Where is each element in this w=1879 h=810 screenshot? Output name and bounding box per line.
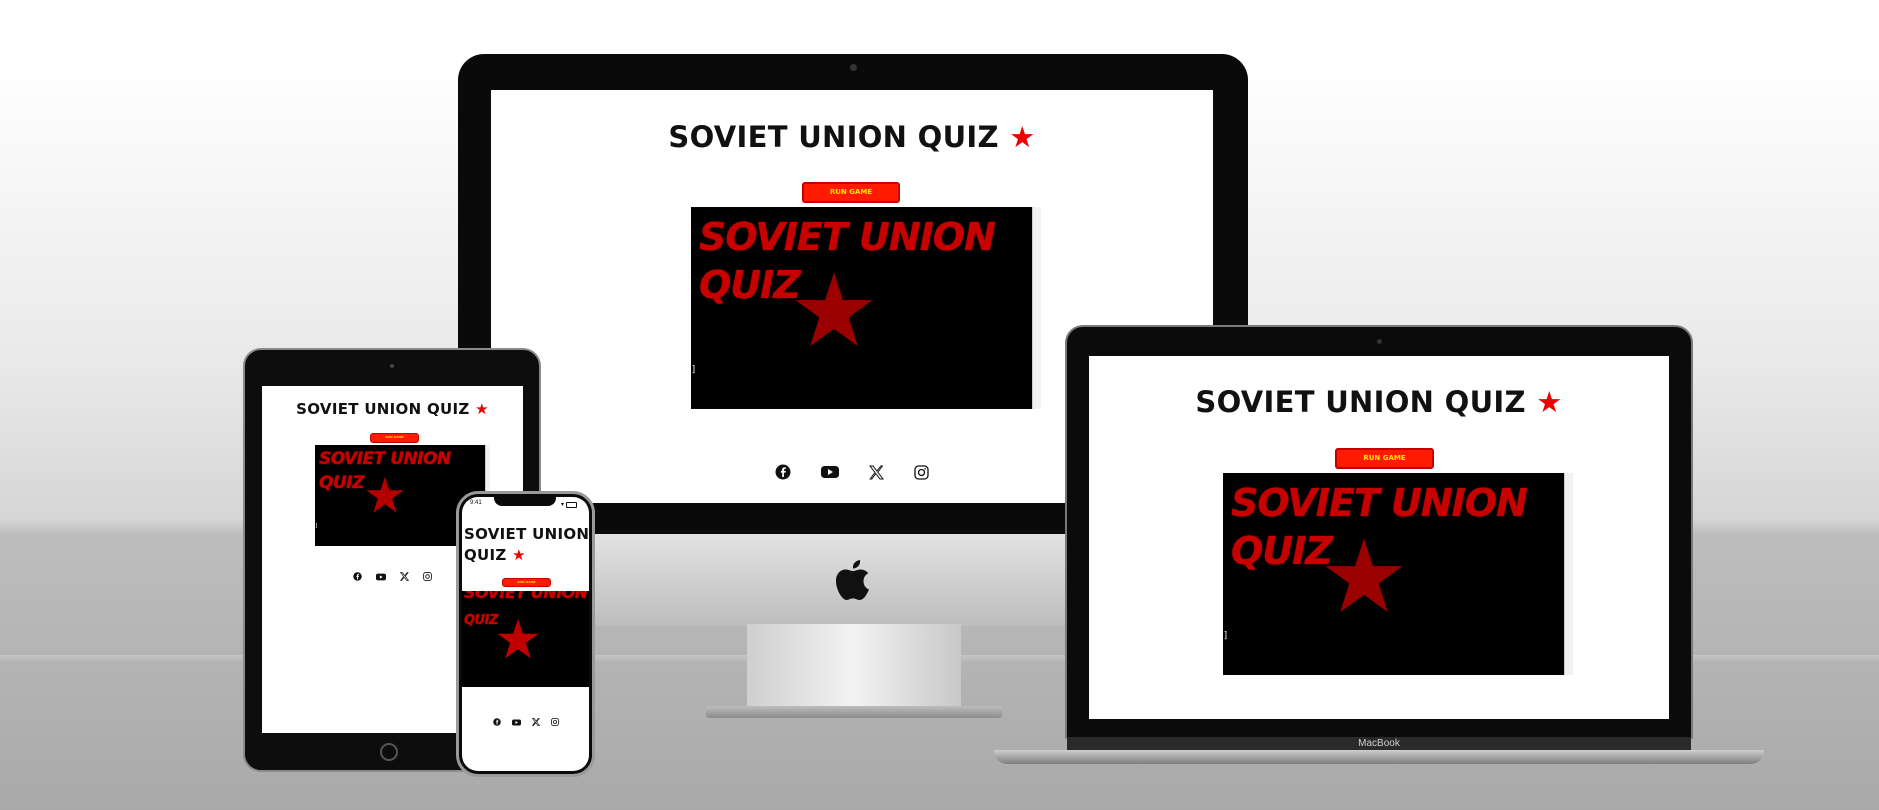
terminal-scrollbar[interactable] [1564, 473, 1573, 675]
terminal-scrollbar[interactable] [1032, 207, 1041, 409]
terminal-title-line2: QUIZ [319, 473, 364, 493]
youtube-icon[interactable] [511, 718, 521, 726]
page-title: SOVIET UNION QUIZ ★ [1089, 385, 1669, 419]
terminal-cursor: ] [1223, 631, 1229, 641]
facebook-icon[interactable] [775, 464, 791, 480]
page-title-text: SOVIET UNION QUIZ [296, 400, 470, 418]
page-title-text: SOVIET UNION QUIZ [1195, 385, 1526, 419]
terminal-star-icon [1325, 538, 1403, 613]
wifi-icon: ▾ [560, 502, 564, 508]
star-icon: ★ [1009, 120, 1036, 154]
x-icon[interactable] [869, 464, 884, 480]
terminal-star-icon [366, 476, 404, 513]
x-icon[interactable] [400, 572, 409, 581]
terminal-title-line1: SOVIET UNION [464, 591, 588, 602]
page-title-line2: QUIZ [464, 546, 507, 564]
terminal-screen[interactable]: SOVIET UNION QUIZ ] [691, 207, 1041, 409]
instagram-icon[interactable] [550, 718, 559, 726]
instagram-icon[interactable] [423, 572, 432, 581]
iphone-status-bar: 9:41 ▾ [470, 500, 581, 510]
terminal-title-line1: SOVIET UNION [699, 215, 996, 259]
run-game-button[interactable]: RUN GAME [802, 182, 900, 203]
facebook-icon[interactable] [353, 572, 362, 581]
run-game-button[interactable]: RUN GAME [1335, 448, 1434, 469]
battery-icon [566, 502, 577, 508]
youtube-icon[interactable] [376, 572, 386, 581]
ipad-camera [390, 364, 394, 368]
ipad-home-button [380, 743, 398, 761]
page-title-text: SOVIET UNION QUIZ [668, 120, 999, 154]
imac-stand-base [706, 706, 1002, 718]
page-title: SOVIET UNION QUIZ ★ [464, 524, 589, 566]
terminal-star-icon [795, 272, 873, 347]
macbook-screen: SOVIET UNION QUIZ ★ RUN GAME SOVIET UNIO… [1089, 356, 1669, 719]
terminal-cursor: ] [691, 365, 697, 375]
iphone-screen: SOVIET UNION QUIZ ★ RUN GAME SOVIET UNIO… [462, 497, 589, 771]
terminal-cursor: ] [315, 523, 319, 529]
terminal-title-line1: SOVIET UNION [1231, 481, 1528, 525]
star-icon: ★ [475, 400, 489, 418]
page-title-line1: SOVIET UNION [464, 525, 589, 543]
run-game-button[interactable]: RUN GAME [370, 433, 419, 443]
apple-logo-icon [836, 560, 869, 600]
terminal-title-line1: SOVIET UNION [319, 449, 451, 469]
terminal-title-line2: QUIZ [699, 263, 801, 307]
imac-stand [747, 624, 961, 716]
star-icon: ★ [1536, 385, 1563, 419]
run-game-button[interactable]: RUN GAME [502, 578, 551, 587]
terminal-screen[interactable]: SOVIET UNION QUIZ [462, 591, 589, 687]
x-icon[interactable] [531, 718, 540, 726]
page-title: SOVIET UNION QUIZ ★ [262, 400, 523, 418]
instagram-icon[interactable] [914, 464, 929, 480]
macbook-base [994, 750, 1764, 764]
macbook-label: MacBook [1358, 738, 1400, 749]
macbook-camera [1377, 339, 1382, 344]
terminal-screen[interactable]: SOVIET UNION QUIZ ] [1223, 473, 1573, 675]
imac-camera [850, 64, 857, 71]
terminal-title-line2: QUIZ [464, 613, 498, 628]
facebook-icon[interactable] [492, 718, 501, 726]
social-links [462, 718, 589, 726]
star-icon: ★ [512, 546, 526, 564]
terminal-title-line2: QUIZ [1231, 529, 1333, 573]
youtube-icon[interactable] [821, 464, 839, 480]
status-time: 9:41 [470, 500, 482, 506]
page-title: SOVIET UNION QUIZ ★ [491, 120, 1213, 154]
terminal-star-icon [497, 618, 539, 659]
